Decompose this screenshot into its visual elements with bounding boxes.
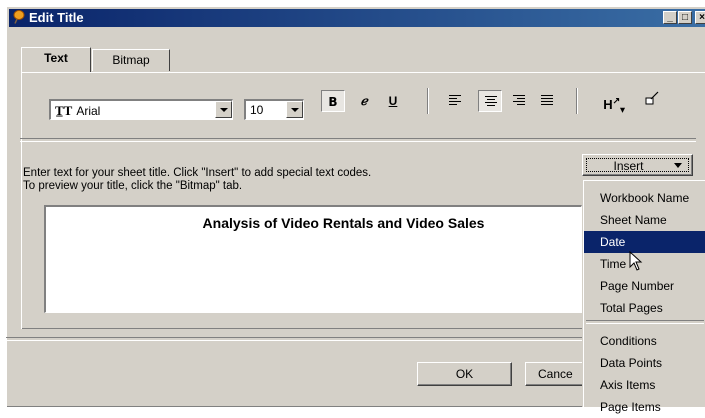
tab-text[interactable]: Text: [21, 47, 91, 72]
italic-button[interactable]: ℯ: [352, 90, 376, 112]
menu-item-page-number[interactable]: Page Number: [584, 275, 705, 297]
window-title: Edit Title: [29, 10, 84, 25]
toolbar-separator: [576, 88, 578, 114]
align-center-icon: [485, 96, 497, 108]
heading-style-icon: H↗▾: [603, 96, 625, 115]
underline-icon: U: [388, 94, 398, 108]
font-name: Arial: [76, 104, 101, 118]
tab-bitmap[interactable]: Bitmap: [92, 49, 170, 71]
minimize-button[interactable]: _: [663, 11, 677, 24]
instruction-line-1: Enter text for your sheet title. Click "…: [23, 167, 372, 179]
menu-item-time[interactable]: Time: [584, 253, 705, 275]
menu-item-sheet-name[interactable]: Sheet Name: [584, 209, 705, 231]
cancel-button-label: Cance: [538, 367, 573, 381]
font-size-value: 10: [250, 103, 264, 117]
align-left-button[interactable]: [443, 90, 467, 112]
menu-item-date[interactable]: Date: [584, 231, 705, 253]
menu-item-total-pages[interactable]: Total Pages: [584, 297, 705, 319]
menu-item-page-items[interactable]: Page Items: [584, 396, 705, 418]
instruction-line-2: To preview your title, click the "Bitmap…: [23, 180, 243, 192]
maximize-icon: □: [681, 12, 689, 23]
bold-icon: B: [328, 95, 338, 109]
align-right-button[interactable]: [507, 90, 531, 112]
menu-item-conditions[interactable]: Conditions: [584, 330, 705, 352]
paint-brush-icon: [644, 91, 660, 109]
underline-button[interactable]: U: [381, 90, 405, 112]
font-size-select[interactable]: 10: [244, 99, 304, 120]
bold-button[interactable]: B: [321, 90, 345, 112]
font-select[interactable]: T̲T Arial: [49, 99, 233, 120]
align-right-icon: [513, 95, 525, 107]
truetype-icon: T̲T: [55, 103, 73, 118]
maximize-button[interactable]: □: [678, 11, 692, 24]
insert-button-label: Insert: [613, 159, 644, 173]
italic-icon: ℯ: [360, 94, 368, 108]
minimize-icon: _: [667, 12, 673, 23]
cancel-button[interactable]: Cance: [525, 362, 585, 386]
align-center-button[interactable]: [478, 90, 502, 112]
toolbar-divider: [20, 138, 696, 142]
menu-item-data-points[interactable]: Data Points: [584, 352, 705, 374]
title-bar[interactable]: Edit Title _ □ ×: [9, 9, 705, 27]
insert-button[interactable]: Insert: [582, 154, 693, 176]
menu-item-workbook-name[interactable]: Workbook Name: [584, 187, 705, 209]
toolbar-separator: [427, 88, 429, 114]
close-button[interactable]: ×: [695, 11, 705, 24]
chevron-down-icon[interactable]: [286, 101, 303, 118]
justify-icon: [541, 95, 553, 107]
color-brush-button[interactable]: [638, 90, 666, 112]
menu-item-axis-items[interactable]: Axis Items: [584, 374, 705, 396]
chevron-down-icon[interactable]: [215, 101, 232, 118]
mouse-pointer-icon: [629, 250, 643, 274]
menu-separator: [586, 320, 704, 324]
heading-style-button[interactable]: H↗▾: [597, 90, 631, 115]
pin-icon: [13, 10, 25, 24]
font-select-value: T̲T Arial: [55, 103, 100, 119]
ok-button-label: OK: [455, 367, 474, 381]
title-text-content: Analysis of Video Rentals and Video Sale…: [202, 215, 485, 231]
tab-text-label: Text: [44, 51, 68, 65]
close-icon: ×: [699, 12, 705, 23]
title-text-area[interactable]: Analysis of Video Rentals and Video Sale…: [44, 205, 582, 313]
justify-button[interactable]: [535, 90, 559, 112]
insert-menu: Workbook Name Sheet Name Date Time Page …: [583, 180, 705, 414]
align-left-icon: [449, 95, 461, 107]
ok-button[interactable]: OK: [417, 362, 512, 386]
tab-bitmap-label: Bitmap: [112, 53, 150, 67]
